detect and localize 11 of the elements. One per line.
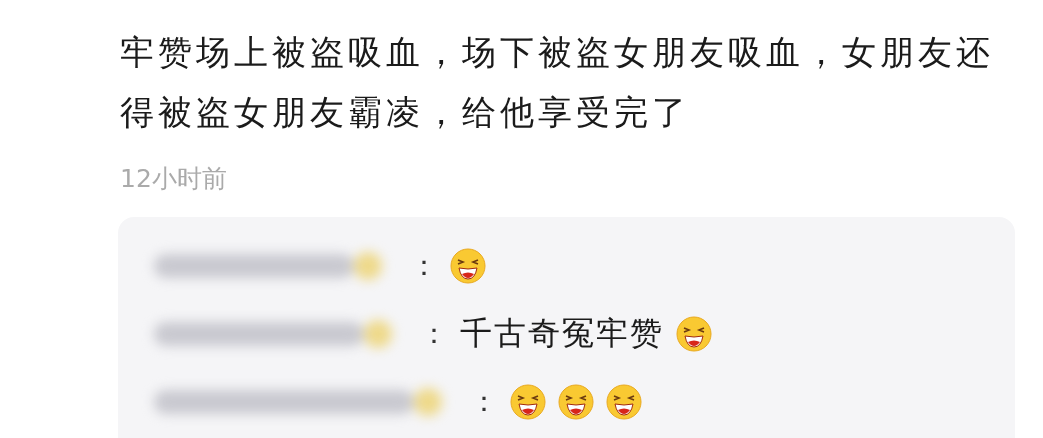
- colon: ：: [410, 248, 438, 284]
- timestamp: 12小时前: [120, 163, 228, 195]
- laughing-emoji-icon: [450, 248, 486, 284]
- laughing-emoji-icon: [558, 384, 594, 420]
- laughing-emoji-icon: [676, 316, 712, 352]
- laughing-emoji-icon: [606, 384, 642, 420]
- reply-text: 千古奇冤牢赞: [460, 313, 664, 354]
- comment-text: 牢赞场上被盗吸血，场下被盗女朋友吸血，女朋友还得被盗女朋友霸凌，给他享受完了: [120, 31, 995, 134]
- colon: ：: [420, 316, 448, 352]
- laughing-emoji-icon: [510, 384, 546, 420]
- colon: ：: [470, 384, 498, 420]
